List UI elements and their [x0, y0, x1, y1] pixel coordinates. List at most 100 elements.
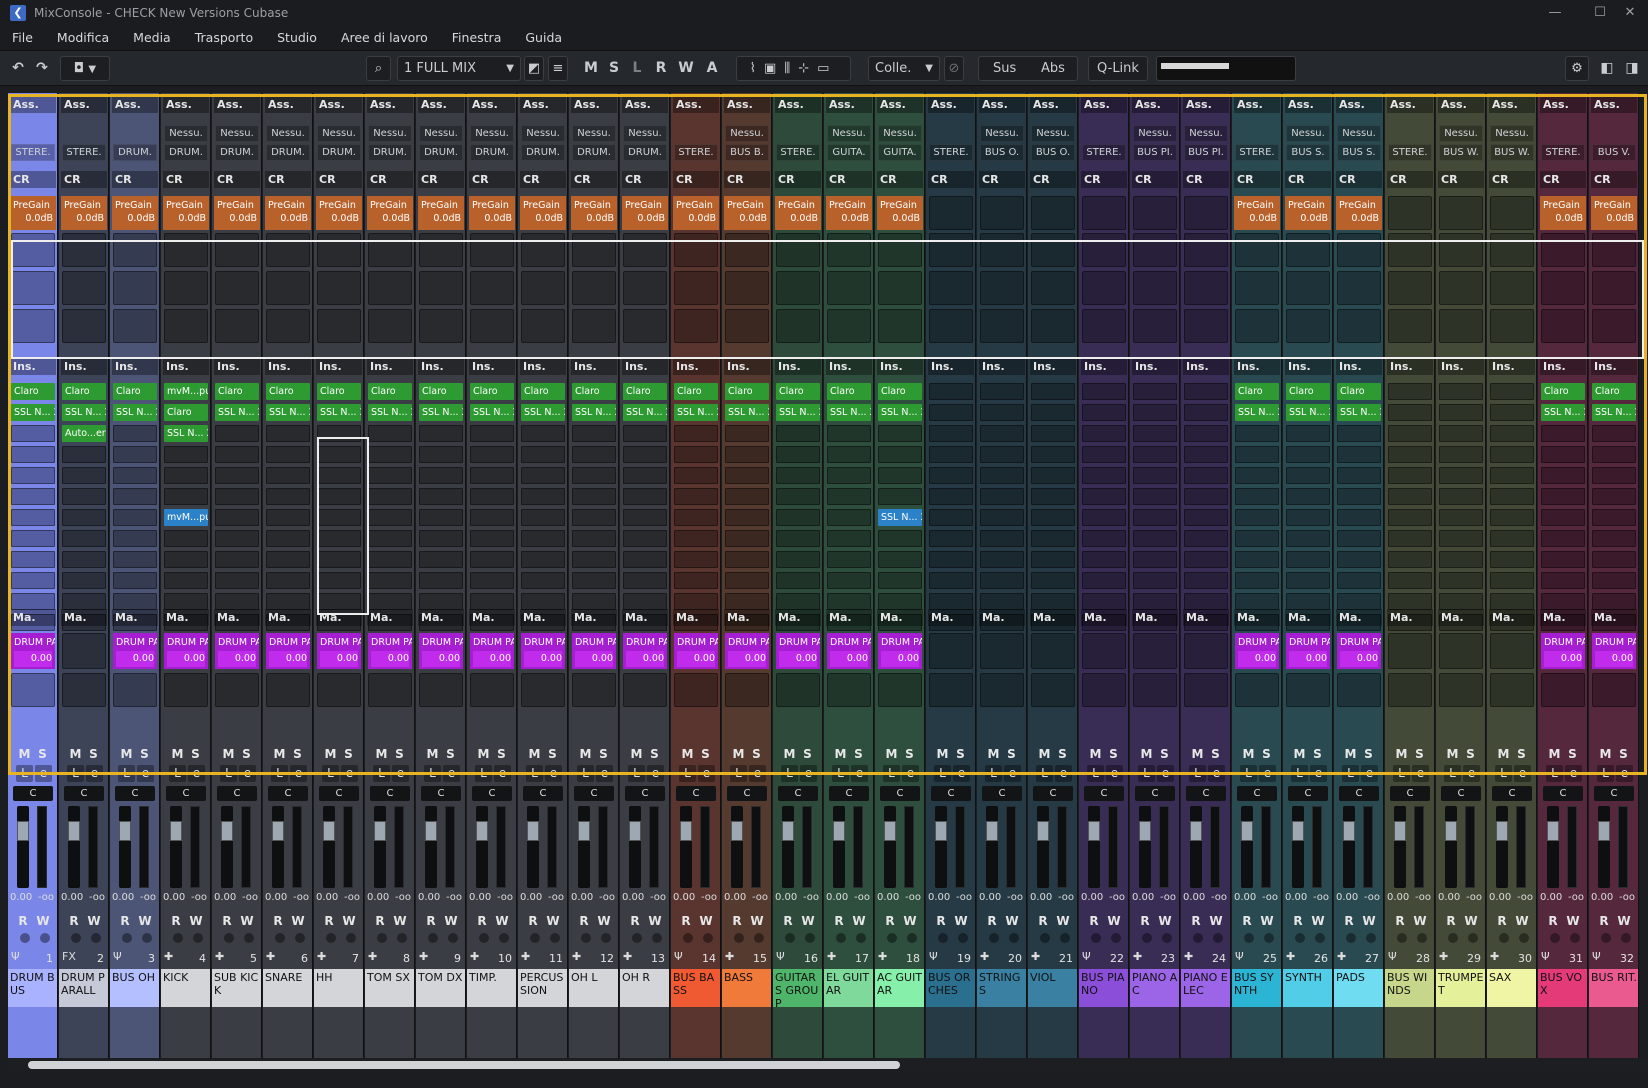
listen-button[interactable]: L	[1342, 765, 1359, 782]
pan-control[interactable]: C	[421, 786, 461, 801]
channel-name[interactable]: BUS PIANO	[1079, 969, 1128, 1007]
record-icon[interactable]	[1550, 933, 1560, 943]
monitor-icon[interactable]	[1162, 933, 1172, 943]
mute-button[interactable]: M	[1546, 747, 1563, 762]
write-automation-button[interactable]: W	[391, 913, 409, 930]
pan-control[interactable]: C	[1339, 786, 1379, 801]
solo-button[interactable]: S	[1564, 747, 1581, 762]
record-icon[interactable]	[1040, 933, 1050, 943]
solo-button[interactable]: S	[952, 747, 969, 762]
record-icon[interactable]	[785, 933, 795, 943]
record-icon[interactable]	[1091, 933, 1101, 943]
write-automation-button[interactable]: W	[901, 913, 919, 930]
fader-handle[interactable]	[680, 821, 692, 841]
channel-name[interactable]: TOM DX	[416, 969, 465, 1007]
fader-handle[interactable]	[17, 821, 29, 841]
monitor-icon[interactable]	[1009, 933, 1019, 943]
fader-handle[interactable]	[578, 821, 590, 841]
monitor-icon[interactable]	[1621, 933, 1631, 943]
fader-handle[interactable]	[1037, 821, 1049, 841]
monitor-icon[interactable]	[295, 933, 305, 943]
listen-button[interactable]: L	[424, 765, 441, 782]
menu-item[interactable]: Finestra	[440, 26, 514, 50]
record-icon[interactable]	[20, 933, 30, 943]
solo-button[interactable]: S	[799, 747, 816, 762]
write-automation-button[interactable]: W	[1513, 913, 1531, 930]
listen-button[interactable]: L	[169, 765, 186, 782]
monitor-icon[interactable]	[1060, 933, 1070, 943]
solo-button[interactable]: S	[391, 747, 408, 762]
listen-button[interactable]: L	[118, 765, 135, 782]
edit-button[interactable]: e	[341, 765, 358, 782]
listen-button[interactable]: L	[67, 765, 84, 782]
write-automation-button[interactable]: W	[748, 913, 766, 930]
record-icon[interactable]	[1193, 933, 1203, 943]
channel-name[interactable]: AC GUITAR	[875, 969, 924, 1007]
pan-control[interactable]: C	[472, 786, 512, 801]
edit-button[interactable]: e	[1004, 765, 1021, 782]
pan-control[interactable]: C	[778, 786, 818, 801]
solo-button[interactable]: S	[187, 747, 204, 762]
write-automation-button[interactable]: W	[646, 913, 664, 930]
pan-control[interactable]: C	[319, 786, 359, 801]
mute-button[interactable]: M	[1291, 747, 1308, 762]
fader-handle[interactable]	[986, 821, 998, 841]
channel-name[interactable]: SNARE	[263, 969, 312, 1007]
write-automation-button[interactable]: W	[1462, 913, 1480, 930]
link-clear-icon[interactable]: ⊘	[944, 56, 964, 81]
channel-name[interactable]: DRUM PARALL	[59, 969, 108, 1007]
channel-name[interactable]: EL GUITAR	[824, 969, 873, 1007]
write-automation-button[interactable]: W	[1309, 913, 1327, 930]
monitor-icon[interactable]	[499, 933, 509, 943]
monitor-icon[interactable]	[805, 933, 815, 943]
horizontal-scrollbar[interactable]	[8, 1058, 1648, 1072]
write-automation-button[interactable]: W	[1105, 913, 1123, 930]
edit-button[interactable]: e	[749, 765, 766, 782]
monitor-icon[interactable]	[1315, 933, 1325, 943]
listen-button[interactable]: L	[1444, 765, 1461, 782]
record-icon[interactable]	[1601, 933, 1611, 943]
listen-button[interactable]: L	[1597, 765, 1614, 782]
channel-name[interactable]: OH L	[569, 969, 618, 1007]
channel-name[interactable]: BUS VOX	[1538, 969, 1587, 1007]
fader-handle[interactable]	[629, 821, 641, 841]
pan-control[interactable]: C	[1492, 786, 1532, 801]
read-automation-button[interactable]: R	[1595, 913, 1613, 930]
pan-control[interactable]: C	[931, 786, 971, 801]
record-icon[interactable]	[938, 933, 948, 943]
monitor-icon[interactable]	[142, 933, 152, 943]
mute-button[interactable]: M	[322, 747, 339, 762]
maximize-button[interactable]: ☐	[1580, 3, 1620, 23]
channel-name[interactable]: BUS OH	[110, 969, 159, 1007]
list-icon[interactable]: ≡	[548, 56, 568, 81]
pan-control[interactable]: C	[1390, 786, 1430, 801]
listen-button[interactable]: L	[271, 765, 288, 782]
menu-item[interactable]: Studio	[265, 26, 329, 50]
read-automation-button[interactable]: R	[1442, 913, 1460, 930]
channel-name[interactable]: BUS RIT.	[1589, 969, 1638, 1007]
fader-handle[interactable]	[884, 821, 896, 841]
fader-handle[interactable]	[527, 821, 539, 841]
mute-button[interactable]: M	[1393, 747, 1410, 762]
write-automation-button[interactable]: W	[136, 913, 154, 930]
solo-button[interactable]: S	[544, 747, 561, 762]
edit-button[interactable]: e	[596, 765, 613, 782]
edit-button[interactable]: e	[1412, 765, 1429, 782]
read-automation-button[interactable]: R	[1544, 913, 1562, 930]
write-automation-button[interactable]: W	[340, 913, 358, 930]
redo-button[interactable]: ↷	[32, 56, 52, 81]
monitor-icon[interactable]	[1570, 933, 1580, 943]
mute-button[interactable]: M	[1495, 747, 1512, 762]
mute-button[interactable]: M	[169, 747, 186, 762]
edit-button[interactable]: e	[545, 765, 562, 782]
read-automation-button[interactable]: R	[1493, 913, 1511, 930]
write-automation-button[interactable]: W	[1615, 913, 1633, 930]
fader-handle[interactable]	[1292, 821, 1304, 841]
edit-button[interactable]: e	[1055, 765, 1072, 782]
record-icon[interactable]	[887, 933, 897, 943]
read-automation-button[interactable]: R	[1238, 913, 1256, 930]
left-zone-icon[interactable]: ◧	[1597, 56, 1617, 81]
write-automation-button[interactable]: W	[187, 913, 205, 930]
monitor-icon[interactable]	[856, 933, 866, 943]
read-automation-button[interactable]: R	[1340, 913, 1358, 930]
